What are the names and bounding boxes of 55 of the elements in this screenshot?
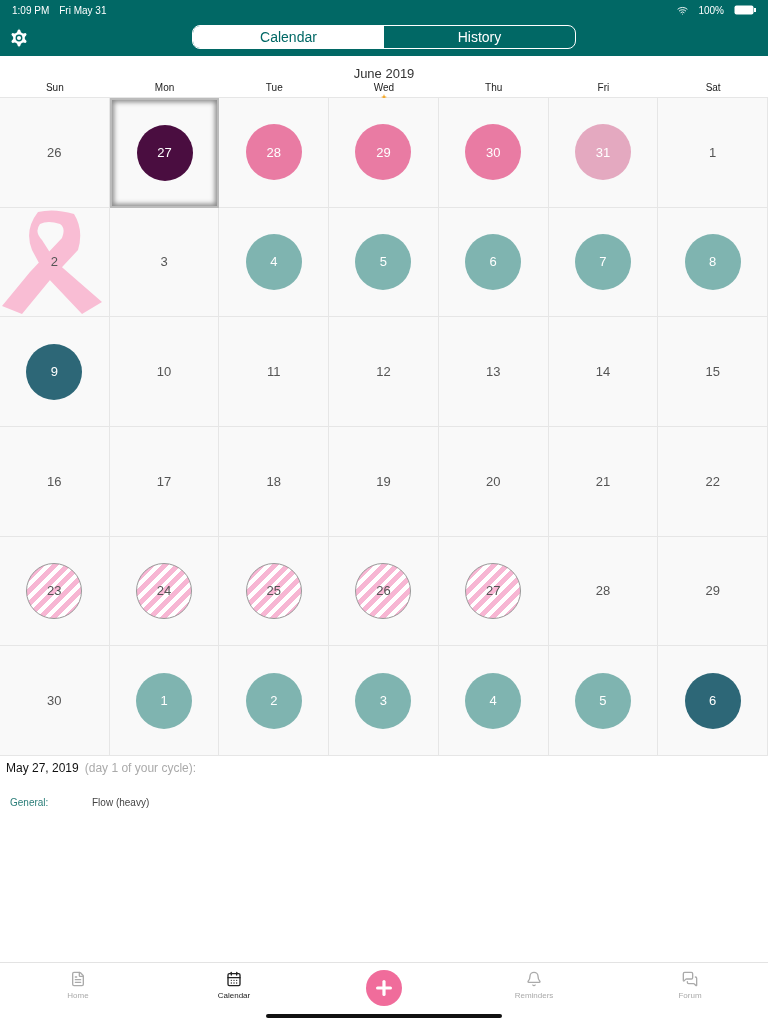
add-button[interactable] bbox=[366, 970, 402, 1006]
plus-icon bbox=[373, 977, 395, 999]
segment-tab[interactable]: History bbox=[384, 26, 575, 48]
day-number[interactable]: 22 bbox=[705, 473, 720, 489]
day-number[interactable]: 14 bbox=[595, 364, 611, 380]
battery-icon bbox=[734, 5, 756, 15]
tab-bar-item[interactable]: Calendar bbox=[156, 963, 312, 1024]
status-date: Fri May 31 bbox=[59, 4, 107, 16]
calendar-icon bbox=[226, 971, 242, 987]
status-time: 1:09 PM bbox=[12, 4, 50, 16]
detail-date: May 27, 2019 bbox=[6, 761, 79, 775]
day-marker[interactable]: 24 bbox=[136, 563, 193, 619]
day-number[interactable]: 1 bbox=[709, 144, 717, 160]
day-number[interactable]: 2 bbox=[50, 254, 58, 270]
day-number[interactable]: 21 bbox=[595, 473, 611, 489]
day-number[interactable]: 29 bbox=[705, 583, 720, 599]
day-number[interactable]: 15 bbox=[705, 364, 720, 380]
day-number[interactable]: 16 bbox=[47, 473, 62, 489]
weekday-label: Fri bbox=[597, 82, 610, 93]
day-number[interactable]: 12 bbox=[376, 364, 391, 380]
day-number[interactable]: 10 bbox=[156, 364, 172, 380]
day-number[interactable]: 26 bbox=[47, 144, 62, 160]
weekday-label: Mon bbox=[154, 82, 175, 93]
day-number[interactable]: 3 bbox=[160, 254, 168, 270]
settings-icon[interactable] bbox=[8, 27, 30, 49]
entry-value: Flow (heavy) bbox=[92, 797, 150, 808]
weekday-label: Thu bbox=[485, 82, 503, 93]
weekday-label: Sat bbox=[705, 82, 721, 93]
day-marker[interactable]: 6 bbox=[684, 672, 741, 729]
entry-label: General: bbox=[10, 797, 50, 808]
day-number[interactable]: 30 bbox=[47, 693, 62, 709]
weekday-label: Tue bbox=[265, 82, 283, 93]
wifi-icon bbox=[677, 4, 689, 16]
chat-icon bbox=[682, 971, 698, 987]
month-title: June 2019 bbox=[352, 66, 416, 82]
day-marker[interactable]: 27 bbox=[465, 563, 522, 619]
cycle-note: (day 1 of your cycle): bbox=[84, 761, 197, 775]
weekday-label: Wed bbox=[373, 82, 395, 93]
bell-icon bbox=[526, 971, 542, 987]
day-marker[interactable]: 9 bbox=[26, 343, 83, 400]
document-icon bbox=[70, 971, 86, 987]
battery-level: 100% bbox=[698, 4, 724, 16]
day-number[interactable]: 11 bbox=[267, 364, 281, 380]
day-number[interactable]: 13 bbox=[485, 364, 501, 380]
day-number[interactable]: 28 bbox=[595, 583, 611, 599]
day-marker[interactable]: 27 bbox=[136, 124, 193, 181]
day-number[interactable]: 18 bbox=[266, 473, 281, 489]
weekday-label: Sun bbox=[45, 82, 64, 93]
day-marker[interactable]: 25 bbox=[245, 563, 302, 619]
day-number[interactable]: 17 bbox=[156, 473, 172, 489]
day-marker[interactable]: 26 bbox=[355, 563, 412, 619]
segment-tab[interactable]: Calendar bbox=[193, 26, 384, 48]
day-marker[interactable]: 23 bbox=[26, 563, 83, 619]
day-number[interactable]: 19 bbox=[376, 473, 391, 489]
day-number[interactable]: 20 bbox=[485, 473, 501, 489]
